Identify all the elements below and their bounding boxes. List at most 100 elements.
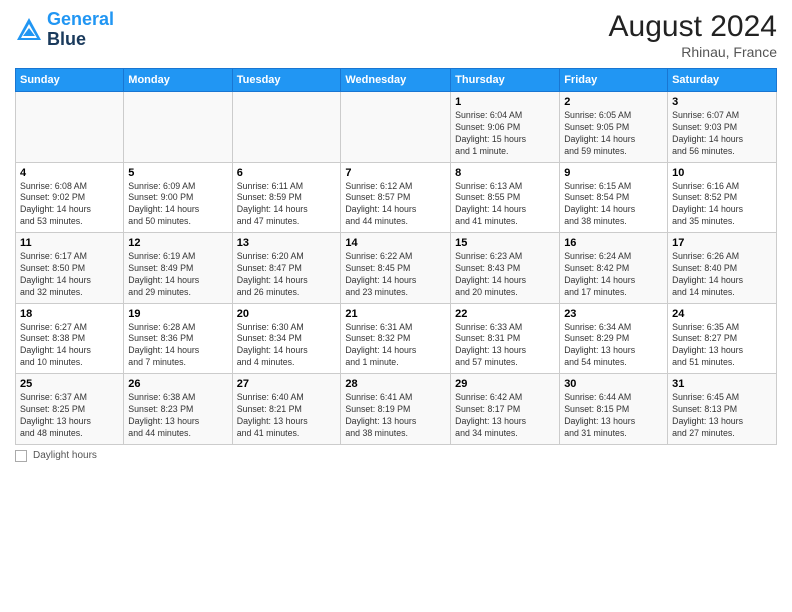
- day-info: Sunrise: 6:08 AM Sunset: 9:02 PM Dayligh…: [20, 181, 119, 229]
- day-info: Sunrise: 6:30 AM Sunset: 8:34 PM Dayligh…: [237, 322, 337, 370]
- day-number: 7: [345, 167, 446, 179]
- calendar-cell: 10 Sunrise: 6:16 AM Sunset: 8:52 PM Dayli…: [668, 162, 777, 233]
- day-info: Sunrise: 6:31 AM Sunset: 8:32 PM Dayligh…: [345, 322, 446, 370]
- day-info: Sunrise: 6:15 AM Sunset: 8:54 PM Dayligh…: [564, 181, 663, 229]
- day-info: Sunrise: 6:40 AM Sunset: 8:21 PM Dayligh…: [237, 392, 337, 440]
- day-info: Sunrise: 6:33 AM Sunset: 8:31 PM Dayligh…: [455, 322, 555, 370]
- day-number: 17: [672, 237, 772, 249]
- calendar-cell: 29 Sunrise: 6:42 AM Sunset: 8:17 PM Dayli…: [451, 374, 560, 445]
- logo-text: General Blue: [47, 10, 114, 50]
- location-subtitle: Rhinau, France: [609, 44, 777, 60]
- page-header: General Blue August 2024 Rhinau, France: [15, 10, 777, 60]
- day-number: 25: [20, 378, 119, 390]
- day-info: Sunrise: 6:45 AM Sunset: 8:13 PM Dayligh…: [672, 392, 772, 440]
- calendar-week-row: 25Sunrise: 6:37 AM Sunset: 8:25 PM Dayli…: [16, 374, 777, 445]
- day-info: Sunrise: 6:42 AM Sunset: 8:17 PM Dayligh…: [455, 392, 555, 440]
- col-wednesday: Wednesday: [341, 69, 451, 92]
- day-number: 14: [345, 237, 446, 249]
- day-info: Sunrise: 6:26 AM Sunset: 8:40 PM Dayligh…: [672, 251, 772, 299]
- logo-icon: [15, 16, 43, 44]
- day-info: Sunrise: 6:35 AM Sunset: 8:27 PM Dayligh…: [672, 322, 772, 370]
- day-number: 10: [672, 167, 772, 179]
- calendar-week-row: 4 Sunrise: 6:08 AM Sunset: 9:02 PM Daylig…: [16, 162, 777, 233]
- calendar-cell: 15 Sunrise: 6:23 AM Sunset: 8:43 PM Dayli…: [451, 233, 560, 304]
- day-number: 5: [128, 167, 227, 179]
- day-number: 23: [564, 308, 663, 320]
- calendar-cell: 17 Sunrise: 6:26 AM Sunset: 8:40 PM Dayli…: [668, 233, 777, 304]
- day-info: Sunrise: 6:38 AM Sunset: 8:23 PM Dayligh…: [128, 392, 227, 440]
- day-number: 2: [564, 96, 663, 108]
- calendar-cell: 13Sunrise: 6:20 AM Sunset: 8:47 PM Dayli…: [232, 233, 341, 304]
- calendar-cell: 24 Sunrise: 6:35 AM Sunset: 8:27 PM Dayli…: [668, 303, 777, 374]
- calendar-cell: [232, 92, 341, 163]
- col-thursday: Thursday: [451, 69, 560, 92]
- day-number: 18: [20, 308, 119, 320]
- col-saturday: Saturday: [668, 69, 777, 92]
- day-number: 13: [237, 237, 337, 249]
- day-info: Sunrise: 6:04 AM Sunset: 9:06 PM Dayligh…: [455, 110, 555, 158]
- calendar-cell: 9Sunrise: 6:15 AM Sunset: 8:54 PM Daylig…: [560, 162, 668, 233]
- calendar-cell: 4 Sunrise: 6:08 AM Sunset: 9:02 PM Daylig…: [16, 162, 124, 233]
- title-area: August 2024 Rhinau, France: [609, 10, 777, 60]
- day-info: Sunrise: 6:09 AM Sunset: 9:00 PM Dayligh…: [128, 181, 227, 229]
- day-info: Sunrise: 6:05 AM Sunset: 9:05 PM Dayligh…: [564, 110, 663, 158]
- day-info: Sunrise: 6:27 AM Sunset: 8:38 PM Dayligh…: [20, 322, 119, 370]
- col-friday: Friday: [560, 69, 668, 92]
- calendar-cell: 6 Sunrise: 6:11 AM Sunset: 8:59 PM Daylig…: [232, 162, 341, 233]
- calendar-cell: 23Sunrise: 6:34 AM Sunset: 8:29 PM Dayli…: [560, 303, 668, 374]
- day-number: 28: [345, 378, 446, 390]
- col-monday: Monday: [124, 69, 232, 92]
- day-info: Sunrise: 6:17 AM Sunset: 8:50 PM Dayligh…: [20, 251, 119, 299]
- day-number: 26: [128, 378, 227, 390]
- day-number: 29: [455, 378, 555, 390]
- day-info: Sunrise: 6:11 AM Sunset: 8:59 PM Dayligh…: [237, 181, 337, 229]
- day-number: 20: [237, 308, 337, 320]
- day-number: 3: [672, 96, 772, 108]
- day-number: 6: [237, 167, 337, 179]
- day-info: Sunrise: 6:22 AM Sunset: 8:45 PM Dayligh…: [345, 251, 446, 299]
- calendar-cell: [341, 92, 451, 163]
- calendar-cell: 2 Sunrise: 6:05 AM Sunset: 9:05 PM Daylig…: [560, 92, 668, 163]
- calendar-cell: 30Sunrise: 6:44 AM Sunset: 8:15 PM Dayli…: [560, 374, 668, 445]
- calendar-cell: [124, 92, 232, 163]
- calendar-cell: 16Sunrise: 6:24 AM Sunset: 8:42 PM Dayli…: [560, 233, 668, 304]
- day-number: 22: [455, 308, 555, 320]
- calendar-week-row: 18 Sunrise: 6:27 AM Sunset: 8:38 PM Dayli…: [16, 303, 777, 374]
- day-info: Sunrise: 6:07 AM Sunset: 9:03 PM Dayligh…: [672, 110, 772, 158]
- calendar-header-row: Sunday Monday Tuesday Wednesday Thursday…: [16, 69, 777, 92]
- day-number: 4: [20, 167, 119, 179]
- calendar-cell: 19 Sunrise: 6:28 AM Sunset: 8:36 PM Dayli…: [124, 303, 232, 374]
- day-info: Sunrise: 6:13 AM Sunset: 8:55 PM Dayligh…: [455, 181, 555, 229]
- calendar-cell: 31Sunrise: 6:45 AM Sunset: 8:13 PM Dayli…: [668, 374, 777, 445]
- col-tuesday: Tuesday: [232, 69, 341, 92]
- col-sunday: Sunday: [16, 69, 124, 92]
- calendar-cell: 1 Sunrise: 6:04 AM Sunset: 9:06 PM Daylig…: [451, 92, 560, 163]
- day-info: Sunrise: 6:28 AM Sunset: 8:36 PM Dayligh…: [128, 322, 227, 370]
- day-info: Sunrise: 6:16 AM Sunset: 8:52 PM Dayligh…: [672, 181, 772, 229]
- day-number: 24: [672, 308, 772, 320]
- day-info: Sunrise: 6:23 AM Sunset: 8:43 PM Dayligh…: [455, 251, 555, 299]
- calendar-cell: 8 Sunrise: 6:13 AM Sunset: 8:55 PM Daylig…: [451, 162, 560, 233]
- calendar-cell: 27 Sunrise: 6:40 AM Sunset: 8:21 PM Dayli…: [232, 374, 341, 445]
- calendar-table: Sunday Monday Tuesday Wednesday Thursday…: [15, 68, 777, 445]
- day-number: 19: [128, 308, 227, 320]
- calendar-cell: 25Sunrise: 6:37 AM Sunset: 8:25 PM Dayli…: [16, 374, 124, 445]
- calendar-cell: 28Sunrise: 6:41 AM Sunset: 8:19 PM Dayli…: [341, 374, 451, 445]
- calendar-cell: 26 Sunrise: 6:38 AM Sunset: 8:23 PM Dayli…: [124, 374, 232, 445]
- day-number: 27: [237, 378, 337, 390]
- calendar-cell: 22 Sunrise: 6:33 AM Sunset: 8:31 PM Dayli…: [451, 303, 560, 374]
- day-info: Sunrise: 6:19 AM Sunset: 8:49 PM Dayligh…: [128, 251, 227, 299]
- logo: General Blue: [15, 10, 114, 50]
- calendar-cell: 14 Sunrise: 6:22 AM Sunset: 8:45 PM Dayli…: [341, 233, 451, 304]
- day-number: 15: [455, 237, 555, 249]
- calendar-week-row: 11Sunrise: 6:17 AM Sunset: 8:50 PM Dayli…: [16, 233, 777, 304]
- calendar-cell: [16, 92, 124, 163]
- calendar-cell: 18 Sunrise: 6:27 AM Sunset: 8:38 PM Dayli…: [16, 303, 124, 374]
- daylight-box-icon: [15, 450, 27, 462]
- calendar-cell: 21 Sunrise: 6:31 AM Sunset: 8:32 PM Dayli…: [341, 303, 451, 374]
- day-number: 8: [455, 167, 555, 179]
- day-number: 1: [455, 96, 555, 108]
- month-year-title: August 2024: [609, 10, 777, 44]
- page-container: General Blue August 2024 Rhinau, France …: [0, 0, 792, 472]
- day-number: 21: [345, 308, 446, 320]
